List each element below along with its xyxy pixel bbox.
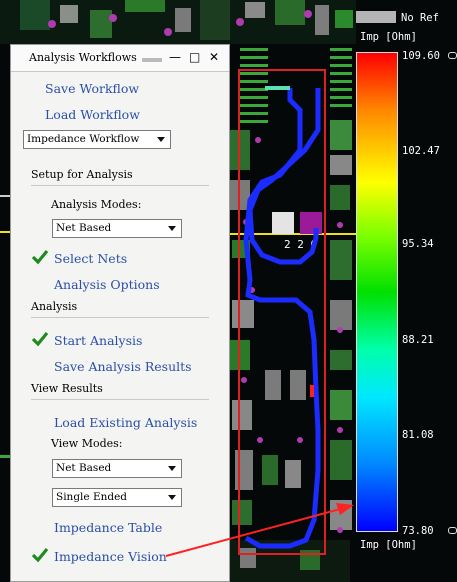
annotation-arrow [165,503,354,557]
